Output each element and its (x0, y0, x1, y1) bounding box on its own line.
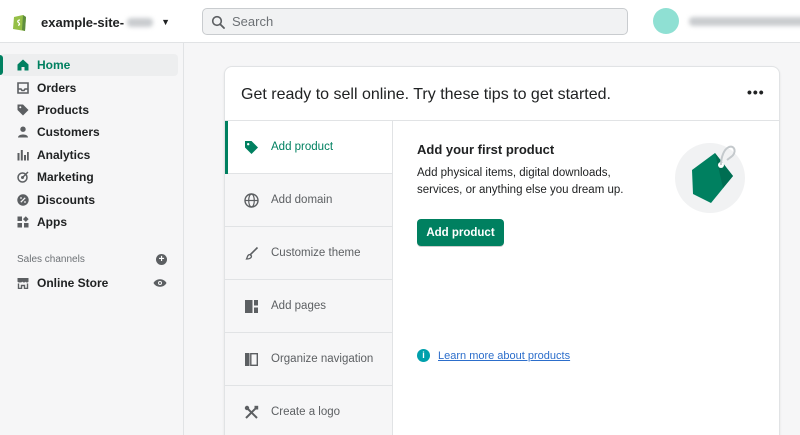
store-name: example-site- (41, 14, 125, 30)
target-icon (17, 171, 29, 183)
tab-organize-navigation[interactable]: Organize navigation (225, 333, 392, 386)
setup-guide-card: Get ready to sell online. Try these tips… (224, 66, 780, 435)
card-header: Get ready to sell online. Try these tips… (225, 67, 779, 121)
card-title: Get ready to sell online. Try these tips… (241, 86, 611, 103)
tab-add-product[interactable]: Add product (225, 121, 392, 174)
sidebar-item-marketing[interactable]: Marketing (0, 166, 184, 188)
discount-icon (17, 193, 29, 206)
globe-icon (244, 192, 259, 208)
home-icon (17, 59, 29, 71)
caret-down-icon: ▼ (161, 17, 171, 27)
pages-icon (245, 299, 258, 313)
tip-detail-panel: Add your first product Add physical item… (417, 121, 767, 435)
sidebar-item-products[interactable]: Products (0, 99, 184, 121)
detail-title: Add your first product (417, 142, 555, 157)
search-bar[interactable] (202, 8, 628, 35)
user-menu[interactable] (653, 8, 800, 34)
tab-add-domain[interactable]: Add domain (225, 174, 392, 227)
shopify-logo-icon (13, 15, 26, 31)
sidebar-item-label: Orders (37, 80, 77, 95)
apps-icon (17, 216, 29, 228)
tip-label: Organize navigation (271, 353, 374, 365)
product-tag-illustration (675, 143, 745, 213)
sidebar-item-label: Analytics (37, 147, 91, 162)
sidebar-item-label: Home (37, 58, 71, 73)
search-icon (211, 15, 225, 29)
tab-customize-theme[interactable]: Customize theme (225, 227, 392, 280)
tab-create-logo[interactable]: Create a logo (225, 386, 392, 435)
tips-list: Add product Add domain Customize theme A… (225, 121, 393, 435)
online-store-label: Online Store (37, 276, 109, 290)
sidebar-item-label: Discounts (37, 192, 96, 207)
sidebar-nav: Home Orders Products Customers Analytics… (0, 54, 184, 233)
tip-label: Add domain (271, 194, 333, 206)
tip-label: Add product (271, 141, 334, 153)
sales-channels-label: Sales channels (17, 254, 85, 265)
top-bar: example-site- ▼ (0, 0, 800, 43)
navigation-icon (245, 352, 259, 366)
sidebar: Home Orders Products Customers Analytics… (0, 43, 184, 435)
brush-icon (245, 246, 259, 260)
sidebar-item-label: Marketing (37, 170, 94, 185)
more-actions-button[interactable]: ••• (747, 84, 765, 100)
store-switcher[interactable]: example-site- ▼ (12, 9, 170, 35)
tip-label: Add pages (271, 300, 326, 312)
tip-label: Create a logo (271, 406, 341, 418)
tag-icon (17, 104, 29, 116)
sidebar-item-online-store[interactable]: Online Store (17, 275, 167, 291)
sidebar-item-home[interactable]: Home (0, 54, 178, 77)
add-channel-icon[interactable]: + (156, 254, 167, 265)
search-input[interactable] (232, 14, 612, 29)
sidebar-item-label: Apps (37, 214, 67, 229)
sidebar-item-apps[interactable]: Apps (0, 211, 184, 233)
avatar[interactable] (653, 8, 679, 34)
store-icon (17, 278, 29, 289)
sidebar-item-discounts[interactable]: Discounts (0, 188, 184, 210)
bar-chart-icon (17, 149, 29, 161)
tools-icon (244, 405, 259, 419)
sidebar-item-customers[interactable]: Customers (0, 121, 184, 143)
sidebar-item-analytics[interactable]: Analytics (0, 144, 184, 166)
store-name-blurred (127, 17, 154, 27)
learn-more-link[interactable]: Learn more about products (438, 350, 570, 362)
tip-label: Customize theme (271, 247, 361, 259)
sidebar-item-orders[interactable]: Orders (0, 76, 184, 98)
eye-icon[interactable] (153, 278, 167, 288)
sidebar-item-label: Products (37, 102, 90, 117)
tag-icon (245, 140, 258, 154)
user-email-blurred (689, 16, 800, 26)
inbox-icon (17, 81, 29, 94)
add-product-button[interactable]: Add product (417, 219, 504, 246)
learn-more: i Learn more about products (417, 349, 570, 362)
detail-description: Add physical items, digital downloads, s… (417, 167, 624, 196)
sales-channels-header: Sales channels + (17, 254, 167, 265)
person-icon (18, 126, 28, 138)
sidebar-item-label: Customers (37, 125, 100, 140)
tab-add-pages[interactable]: Add pages (225, 280, 392, 333)
info-icon: i (417, 349, 430, 362)
